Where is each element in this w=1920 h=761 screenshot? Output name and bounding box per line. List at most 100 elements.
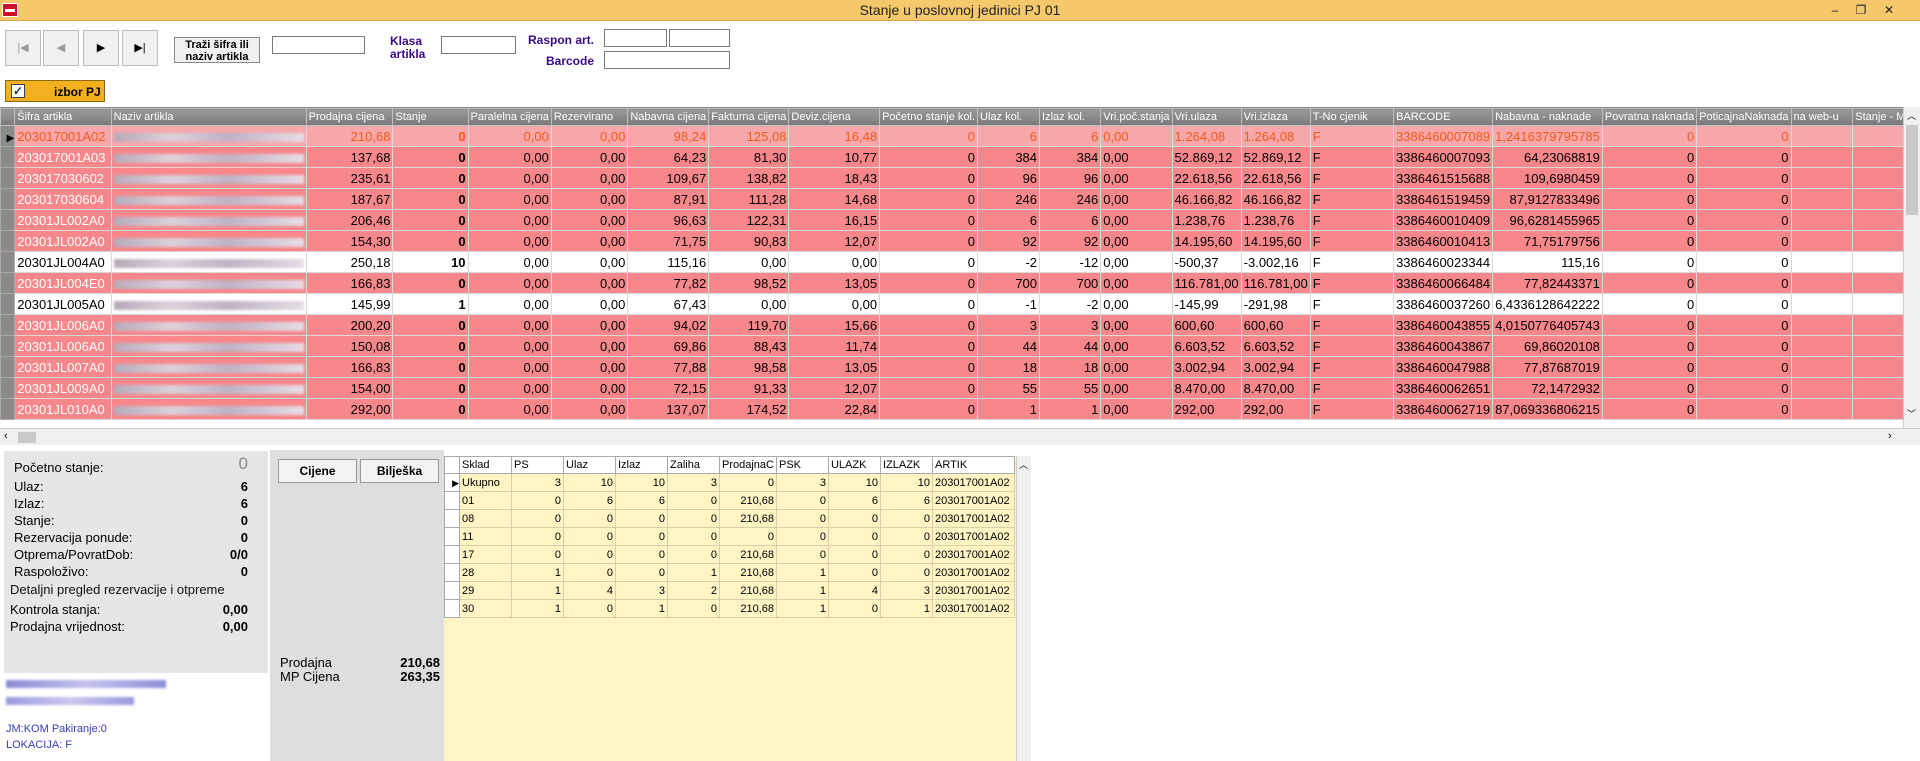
table-row[interactable]: 11 0 0 0 0 0 0 0 0 203017001A02: [444, 527, 1015, 546]
table-cell[interactable]: 77,82443371: [1492, 272, 1603, 294]
table-cell[interactable]: 109,67: [627, 167, 710, 189]
table-cell[interactable]: 0: [879, 335, 979, 357]
table-cell[interactable]: 187,67: [305, 188, 394, 210]
table-cell[interactable]: 08: [459, 509, 512, 528]
table-cell[interactable]: 109,6980459: [1492, 167, 1603, 189]
table-cell[interactable]: 0: [1696, 272, 1792, 294]
table-cell[interactable]: 0,00: [467, 230, 552, 252]
table-cell[interactable]: 0,00: [467, 167, 552, 189]
table-cell[interactable]: 0,00: [550, 209, 629, 231]
table-cell[interactable]: 0: [879, 272, 979, 294]
table-cell[interactable]: 210,68: [719, 545, 777, 564]
table-cell[interactable]: 3386460007089: [1393, 125, 1494, 147]
table-cell[interactable]: 0: [1601, 146, 1698, 168]
table-cell[interactable]: 64,23068819: [1492, 146, 1603, 168]
table-cell[interactable]: 0,00: [550, 356, 629, 378]
table-cell[interactable]: 20301JL002A0: [14, 209, 112, 231]
table-cell[interactable]: 10,77: [788, 146, 881, 168]
table-cell[interactable]: 0,00: [550, 188, 629, 210]
table-cell[interactable]: 72,15: [627, 377, 710, 399]
table-cell[interactable]: F: [1309, 377, 1395, 399]
table-cell[interactable]: 10: [563, 473, 616, 492]
table-cell[interactable]: 0,00: [550, 272, 629, 294]
table-cell[interactable]: 210,68: [719, 491, 777, 510]
izbor-pj-button[interactable]: ✓ izbor PJ: [5, 80, 105, 102]
row-selector[interactable]: [0, 356, 16, 378]
table-cell[interactable]: 3386460062719: [1393, 398, 1494, 420]
table-cell[interactable]: 18: [1039, 356, 1102, 378]
table-cell[interactable]: 203017001A02: [931, 491, 1015, 510]
table-cell[interactable]: 3: [667, 473, 720, 492]
table-row[interactable]: 203017001A03 137,68 0 0,00 0,00 64,23 81,30 10,…: [0, 146, 1920, 168]
table-cell[interactable]: 3: [615, 581, 668, 600]
table-cell[interactable]: 98,58: [708, 356, 790, 378]
table-cell[interactable]: 20301JL009A0: [14, 377, 112, 399]
table-cell[interactable]: 0: [1601, 188, 1698, 210]
table-cell[interactable]: 6: [827, 491, 881, 510]
table-cell[interactable]: 96: [1039, 167, 1102, 189]
next-record-button[interactable]: ▶: [83, 30, 119, 66]
table-cell[interactable]: F: [1309, 335, 1395, 357]
table-cell[interactable]: 250,18: [305, 251, 394, 273]
table-cell[interactable]: 166,83: [305, 272, 394, 294]
table-cell[interactable]: [110, 230, 307, 252]
row-selector[interactable]: [0, 209, 16, 231]
table-cell[interactable]: 3: [511, 473, 564, 492]
table-cell[interactable]: 6.603,52: [1240, 335, 1311, 357]
table-cell[interactable]: -3.002,16: [1240, 251, 1311, 273]
hscroll-thumb[interactable]: [18, 432, 36, 443]
table-cell[interactable]: 0: [1696, 398, 1792, 420]
table-row[interactable]: ▶ 203017001A02 210,68 0 0,00 0,00 98,24 125,08 1…: [0, 125, 1920, 147]
table-cell[interactable]: 16,48: [788, 125, 881, 147]
table-row[interactable]: 30 1 0 1 0 210,68 1 0 1 203017001A02: [444, 599, 1015, 618]
row-selector[interactable]: [0, 167, 16, 189]
table-cell[interactable]: 210,68: [719, 509, 777, 528]
table-cell[interactable]: F: [1309, 125, 1395, 147]
table-cell[interactable]: 0: [719, 473, 777, 492]
table-cell[interactable]: F: [1309, 146, 1395, 168]
column-header[interactable]: Deviz.cijena: [788, 108, 881, 126]
table-cell[interactable]: 0: [827, 563, 881, 582]
table-cell[interactable]: 44: [977, 335, 1041, 357]
table-cell[interactable]: 210,68: [719, 563, 777, 582]
table-cell[interactable]: 1.238,76: [1240, 209, 1311, 231]
table-cell[interactable]: 292,00: [1171, 398, 1242, 420]
table-row[interactable]: 20301JL004E0 166,83 0 0,00 0,00 77,82 98,52 13,…: [0, 272, 1920, 294]
table-cell[interactable]: 0,00: [467, 398, 552, 420]
table-cell[interactable]: 1: [667, 563, 720, 582]
table-cell[interactable]: 122,31: [708, 209, 790, 231]
table-cell[interactable]: [110, 125, 307, 147]
column-header[interactable]: Početno stanje kol.: [879, 108, 979, 126]
table-cell[interactable]: 0: [615, 527, 668, 546]
column-header[interactable]: PSK: [775, 456, 829, 474]
table-cell[interactable]: 0: [1696, 209, 1792, 231]
table-cell[interactable]: 0: [879, 230, 979, 252]
table-cell[interactable]: 3386460043867: [1393, 335, 1494, 357]
prev-record-button[interactable]: ◀: [43, 30, 79, 66]
table-cell[interactable]: 0: [879, 167, 979, 189]
table-cell[interactable]: 0: [511, 491, 564, 510]
table-cell[interactable]: 0: [879, 545, 933, 564]
table-cell[interactable]: 64,23: [627, 146, 710, 168]
table-cell[interactable]: 3386461519459: [1393, 188, 1494, 210]
first-record-button[interactable]: |◀: [5, 30, 41, 66]
table-cell[interactable]: 88,43: [708, 335, 790, 357]
row-selector[interactable]: [0, 251, 16, 273]
table-cell[interactable]: F: [1309, 293, 1395, 315]
table-cell[interactable]: 87,91: [627, 188, 710, 210]
table-cell[interactable]: 115,16: [627, 251, 710, 273]
table-cell[interactable]: 0: [1696, 335, 1792, 357]
table-cell[interactable]: 384: [1039, 146, 1102, 168]
table-cell[interactable]: 174,52: [708, 398, 790, 420]
table-cell[interactable]: 77,87687019: [1492, 356, 1603, 378]
table-cell[interactable]: 22.618,56: [1171, 167, 1242, 189]
grid-horizontal-scrollbar[interactable]: ‹ ›: [0, 428, 1920, 445]
table-cell[interactable]: 10: [827, 473, 881, 492]
table-cell[interactable]: -2: [1039, 293, 1102, 315]
table-cell[interactable]: 1: [775, 581, 829, 600]
table-cell[interactable]: 96,6281455965: [1492, 209, 1603, 231]
table-cell[interactable]: 0: [775, 527, 829, 546]
row-selector[interactable]: [0, 272, 16, 294]
row-selector[interactable]: [444, 599, 460, 618]
table-cell[interactable]: [1790, 377, 1854, 399]
